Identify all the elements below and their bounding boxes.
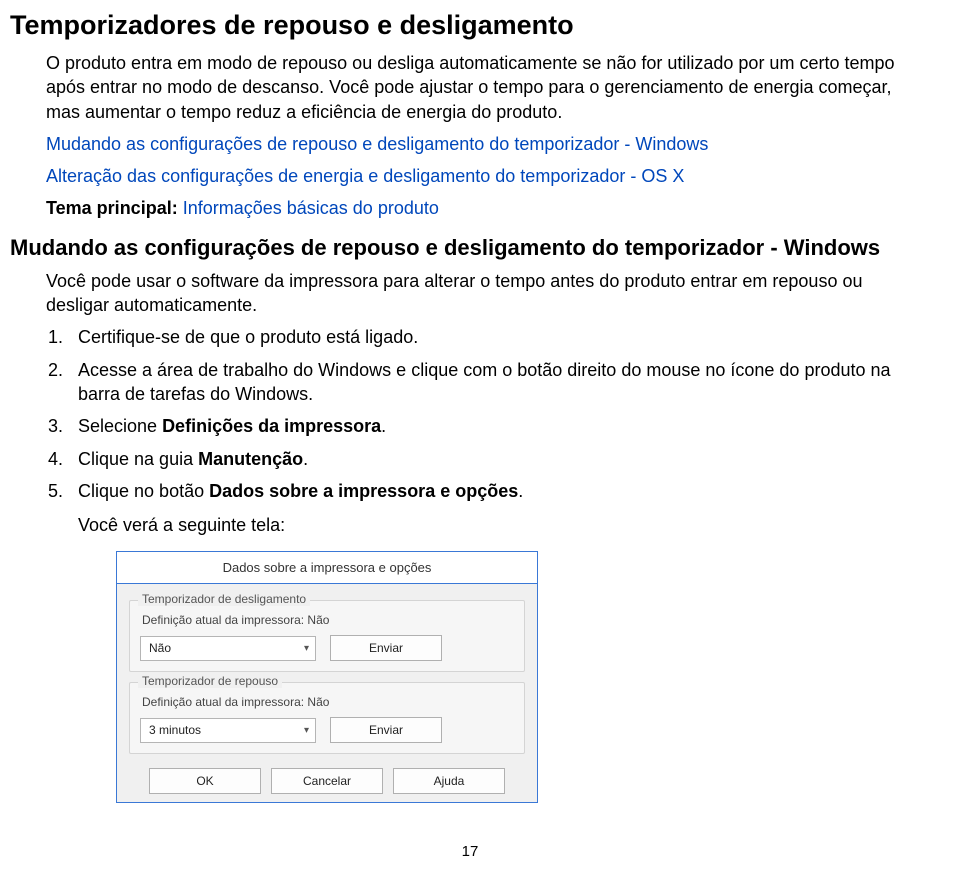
group-sleep-timer-label: Temporizador de repouso [138, 674, 282, 688]
intro-paragraph: O produto entra em modo de repouso ou de… [46, 51, 930, 124]
off-timer-send-button[interactable]: Enviar [330, 635, 442, 661]
link-windows-timer[interactable]: Mudando as configurações de repouso e de… [46, 134, 708, 154]
group-sleep-timer: Temporizador de repouso Definição atual … [129, 682, 525, 754]
steps-list: Certifique-se de que o produto está liga… [46, 325, 930, 503]
step-2: Acesse a área de trabalho do Windows e c… [68, 358, 930, 407]
page-title: Temporizadores de repouso e desligamento [10, 10, 930, 41]
step-1: Certifique-se de que o produto está liga… [68, 325, 930, 349]
dialog-printer-info: Dados sobre a impressora e opções Tempor… [116, 551, 538, 803]
section-title: Mudando as configurações de repouso e de… [10, 235, 930, 261]
off-timer-current: Definição atual da impressora: Não [142, 613, 514, 627]
help-button[interactable]: Ajuda [393, 768, 505, 794]
ok-button[interactable]: OK [149, 768, 261, 794]
off-timer-select[interactable]: Não ▾ [140, 636, 316, 661]
cancel-button[interactable]: Cancelar [271, 768, 383, 794]
sleep-timer-select-value: 3 minutos [149, 723, 201, 737]
sleep-timer-select[interactable]: 3 minutos ▾ [140, 718, 316, 743]
chevron-down-icon: ▾ [304, 725, 309, 736]
step-5: Clique no botão Dados sobre a impressora… [68, 479, 930, 503]
parent-topic-link[interactable]: Informações básicas do produto [183, 198, 439, 218]
step-4: Clique na guia Manutenção. [68, 447, 930, 471]
sleep-timer-current: Definição atual da impressora: Não [142, 695, 514, 709]
chevron-down-icon: ▾ [304, 643, 309, 654]
group-off-timer: Temporizador de desligamento Definição a… [129, 600, 525, 672]
step-3: Selecione Definições da impressora. [68, 414, 930, 438]
section-intro: Você pode usar o software da impressora … [46, 269, 930, 318]
screen-intro: Você verá a seguinte tela: [78, 513, 930, 537]
link-osx-timer[interactable]: Alteração das configurações de energia e… [46, 166, 684, 186]
dialog-titlebar: Dados sobre a impressora e opções [117, 552, 537, 584]
parent-topic: Tema principal: Informações básicas do p… [46, 196, 930, 220]
off-timer-select-value: Não [149, 641, 171, 655]
group-off-timer-label: Temporizador de desligamento [138, 592, 310, 606]
page-number: 17 [10, 843, 930, 860]
parent-topic-label: Tema principal: [46, 198, 178, 218]
sleep-timer-send-button[interactable]: Enviar [330, 717, 442, 743]
